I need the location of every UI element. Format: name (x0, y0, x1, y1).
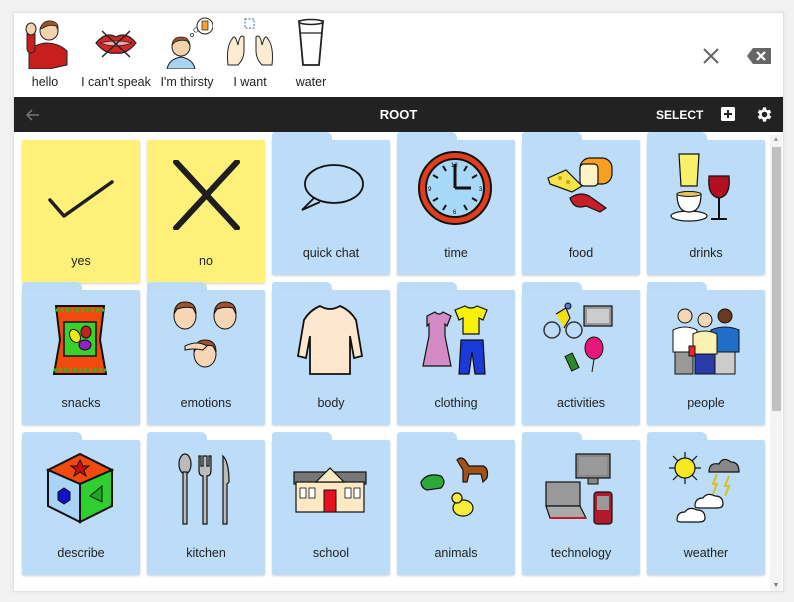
tile-technology[interactable]: technology (522, 432, 640, 575)
tile-label: activities (557, 396, 605, 410)
x-mark-icon (173, 160, 240, 230)
sentence-word-label: I can't speak (81, 75, 151, 89)
tile-label: people (687, 396, 725, 410)
sentence-word-label: water (295, 75, 327, 89)
tile-label: snacks (61, 396, 101, 410)
tile-label: yes (71, 254, 91, 268)
people-icon (672, 308, 740, 375)
tile-time[interactable]: 12 3 6 9 time (397, 132, 515, 275)
backspace-icon[interactable] (746, 45, 772, 67)
tile-label: technology (550, 546, 612, 560)
food-icon (547, 157, 613, 213)
tile-label: quick chat (302, 246, 360, 260)
svg-text:12: 12 (451, 163, 458, 169)
devices-icon (545, 453, 613, 525)
reaching-hands-icon (227, 18, 273, 66)
crossed-lips-icon (95, 30, 137, 58)
tile-label: time (444, 246, 468, 260)
scroll-up-arrow-icon[interactable]: ▲ (770, 135, 782, 145)
clock-icon: 12 3 6 9 (418, 151, 492, 225)
tile-people[interactable]: people (647, 282, 765, 425)
tile-label: describe (57, 546, 105, 560)
shape-cube-icon (45, 452, 115, 524)
tile-no[interactable]: no (147, 140, 265, 283)
tile-label: body (317, 396, 345, 410)
tile-label: weather (683, 546, 729, 560)
tile-weather[interactable]: weather (647, 432, 765, 575)
tile-snacks[interactable]: snacks (22, 282, 140, 425)
tile-label: no (199, 254, 213, 268)
tile-label: emotions (180, 396, 232, 410)
close-icon[interactable] (698, 45, 724, 67)
tile-drinks[interactable]: drinks (647, 132, 765, 275)
sentence-word-label: hello (31, 75, 59, 89)
sentence-word[interactable]: water (274, 17, 348, 93)
faces-icon (173, 301, 237, 368)
speech-bubble-icon (301, 164, 364, 211)
snack-bag-icon (52, 305, 108, 375)
tile-emotions[interactable]: emotions (147, 282, 265, 425)
tile-kitchen[interactable]: kitchen (147, 432, 265, 575)
glass-icon (298, 18, 324, 66)
tile-yes[interactable]: yes (22, 140, 140, 283)
thirsty-person-icon (166, 17, 213, 69)
select-button[interactable]: SELECT (656, 108, 703, 122)
tile-label: clothing (434, 396, 478, 410)
cutlery-icon (178, 453, 230, 525)
activities-icon (543, 302, 613, 373)
tile-body[interactable]: body (272, 282, 390, 425)
scroll-thumb[interactable] (772, 147, 781, 411)
tile-label: kitchen (186, 546, 226, 560)
tile-label: drinks (689, 246, 723, 260)
tile-clothing[interactable]: clothing (397, 282, 515, 425)
arrow-left-icon[interactable] (24, 106, 42, 124)
clothes-icon (422, 305, 488, 375)
plus-square-icon[interactable] (720, 106, 736, 122)
animals-icon (420, 457, 489, 517)
scroll-down-arrow-icon[interactable]: ▼ (770, 581, 782, 591)
tile-label: school (312, 546, 350, 560)
school-building-icon (293, 467, 367, 513)
tile-activities[interactable]: activities (522, 282, 640, 425)
checkmark-icon (48, 180, 114, 218)
tile-animals[interactable]: animals (397, 432, 515, 575)
tile-label: animals (434, 546, 478, 560)
tile-describe[interactable]: describe (22, 432, 140, 575)
gear-icon[interactable] (755, 105, 774, 124)
tile-quick-chat[interactable]: quick chat (272, 132, 390, 275)
board-toolbar: ROOT SELECT (14, 97, 783, 132)
sentence-word[interactable]: I can't speak (79, 17, 153, 93)
tile-food[interactable]: food (522, 132, 640, 275)
sentence-word[interactable]: hello (14, 17, 82, 93)
grid-scrollbar[interactable]: ▲ ▼ (770, 135, 782, 591)
weather-icon (669, 452, 740, 523)
sentence-bar[interactable]: hello I can't speak I'm thirsty I want w… (14, 13, 783, 97)
tile-label: food (568, 246, 594, 260)
torso-icon (296, 304, 364, 375)
tile-school[interactable]: school (272, 432, 390, 575)
board-grid: yes no quick chat 12 3 6 9 time food dri… (14, 132, 783, 591)
app-window: hello I can't speak I'm thirsty I want w… (13, 12, 784, 592)
drinks-icon (670, 153, 730, 222)
waving-person-icon (25, 20, 68, 69)
